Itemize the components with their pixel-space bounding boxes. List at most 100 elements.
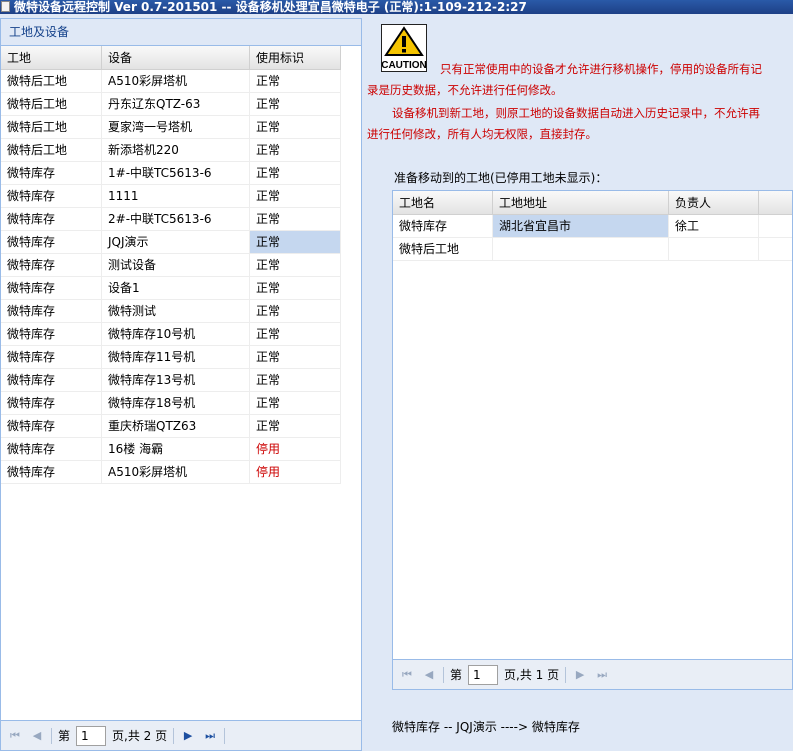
cell-site: 微特库存 — [1, 392, 102, 414]
cell-status: 正常 — [250, 392, 341, 414]
table-row[interactable]: 微特库存 测试设备 正常 — [1, 254, 341, 277]
table-row[interactable]: 微特后工地 夏家湾一号塔机 正常 — [1, 116, 341, 139]
cell-status: 正常 — [250, 185, 341, 207]
cell-status: 正常 — [250, 277, 341, 299]
cell-device: A510彩屏塔机 — [102, 70, 250, 92]
cell-device: 1#-中联TC5613-6 — [102, 162, 250, 184]
panel-header: 工地及设备 — [1, 19, 361, 45]
left-pager: ⏮ ◀ 第 页,共 2 页 ▶ ⏭ — [1, 720, 361, 750]
cell-status: 正常 — [250, 139, 341, 161]
cell-site: 微特库存 — [1, 369, 102, 391]
window-title: 微特设备远程控制 Ver 0.7-201501 -- 设备移机处理宜昌微特电子 … — [14, 0, 527, 14]
table-row[interactable]: 微特库存 重庆桥瑞QTZ63 正常 — [1, 415, 341, 438]
next-page-icon[interactable]: ▶ — [180, 728, 196, 744]
cell-device: 微特库存11号机 — [102, 346, 250, 368]
cell-device: 新添塔机220 — [102, 139, 250, 161]
cell-manager — [669, 238, 759, 260]
cell-device: JQJ演示 — [102, 231, 250, 253]
column-header-site-name[interactable]: 工地名 — [393, 191, 493, 214]
column-header-device[interactable]: 设备 — [102, 46, 250, 69]
move-summary: 微特库存 -- JQJ演示 ----> 微特库存 — [392, 720, 580, 734]
cell-site: 微特库存 — [1, 438, 102, 460]
warning-line-1: 只有正常使用中的设备才允许进行移机操作，停用的设备所有记 — [440, 62, 762, 76]
cell-site-address: 湖北省宜昌市 — [493, 215, 669, 237]
table-row[interactable]: 微特库存 设备1 正常 — [1, 277, 341, 300]
cell-device: A510彩屏塔机 — [102, 461, 250, 483]
cell-site: 微特库存 — [1, 415, 102, 437]
cell-status: 正常 — [250, 231, 341, 253]
cell-device: 微特库存13号机 — [102, 369, 250, 391]
grid-body: 微特后工地 A510彩屏塔机 正常 微特后工地 丹东辽东QTZ-63 正常 微特后工地 夏家湾… — [1, 70, 361, 484]
cell-device: 丹东辽东QTZ-63 — [102, 93, 250, 115]
column-header-status[interactable]: 使用标识 — [250, 46, 341, 69]
table-row[interactable]: 微特库存 微特库存13号机 正常 — [1, 369, 341, 392]
cell-site: 微特库存 — [1, 254, 102, 276]
first-page-icon[interactable]: ⏮ — [399, 667, 415, 683]
cell-device: 重庆桥瑞QTZ63 — [102, 415, 250, 437]
column-header-site[interactable]: 工地 — [1, 46, 102, 69]
cell-status: 正常 — [250, 369, 341, 391]
cell-site: 微特库存 — [1, 162, 102, 184]
warning-line-3: 设备移机到新工地，则原工地的设备数据自动进入历史记录中，不允许再 — [392, 106, 760, 120]
table-row[interactable]: 微特库存 1111 正常 — [1, 185, 341, 208]
table-row[interactable]: 微特库存 微特库存11号机 正常 — [1, 346, 341, 369]
caution-label: CAUTION — [382, 60, 426, 71]
cell-site: 微特库存 — [1, 185, 102, 207]
table-row[interactable]: 微特库存 A510彩屏塔机 停用 — [1, 461, 341, 484]
cell-status: 正常 — [250, 70, 341, 92]
cell-site: 微特库存 — [1, 208, 102, 230]
first-page-icon[interactable]: ⏮ — [7, 728, 23, 744]
cell-status: 正常 — [250, 323, 341, 345]
app-icon — [1, 1, 10, 12]
window-titlebar: 微特设备远程控制 Ver 0.7-201501 -- 设备移机处理宜昌微特电子 … — [0, 0, 793, 14]
table-row[interactable]: 微特库存 微特库存10号机 正常 — [1, 323, 341, 346]
cell-status: 正常 — [250, 208, 341, 230]
prev-page-icon[interactable]: ◀ — [29, 728, 45, 744]
cell-site: 微特库存 — [1, 346, 102, 368]
cell-device: 1111 — [102, 185, 250, 207]
table-row[interactable]: 微特后工地 — [393, 238, 792, 261]
pager-separator — [173, 727, 175, 744]
table-row[interactable]: 微特库存 湖北省宜昌市 徐工 — [393, 215, 792, 238]
cell-device: 微特测试 — [102, 300, 250, 322]
cell-status: 正常 — [250, 300, 341, 322]
table-row[interactable]: 微特库存 1#-中联TC5613-6 正常 — [1, 162, 341, 185]
table-row[interactable]: 微特后工地 A510彩屏塔机 正常 — [1, 70, 341, 93]
page-number-input[interactable] — [76, 725, 107, 746]
last-page-icon[interactable]: ⏭ — [594, 667, 610, 683]
grid-header: 工地名 工地地址 负责人 — [393, 191, 792, 215]
table-row[interactable]: 微特后工地 新添塔机220 正常 — [1, 139, 341, 162]
pager-separator — [224, 727, 226, 744]
table-row[interactable]: 微特后工地 丹东辽东QTZ-63 正常 — [1, 93, 341, 116]
last-page-icon[interactable]: ⏭ — [202, 728, 218, 744]
pager-separator — [443, 666, 444, 683]
cell-site: 微特库存 — [1, 277, 102, 299]
cell-device: 16楼 海霸 — [102, 438, 250, 460]
page-label: 第 — [58, 729, 71, 743]
warning-line-2: 录是历史数据，不允许进行任何修改。 — [367, 83, 563, 97]
cell-device: 微特库存10号机 — [102, 323, 250, 345]
page-total-label: 页,共 1 页 — [504, 668, 560, 682]
table-row[interactable]: 微特库存 微特库存18号机 正常 — [1, 392, 341, 415]
site-equipment-panel: 工地及设备 工地 设备 使用标识 微特后工地 A510彩屏塔机 正常 微特后工地 丹东辽… — [0, 18, 362, 751]
table-row[interactable]: 微特库存 2#-中联TC5613-6 正常 — [1, 208, 341, 231]
table-row[interactable]: 微特库存 16楼 海霸 停用 — [1, 438, 341, 461]
table-row[interactable]: 微特库存 JQJ演示 正常 — [1, 231, 341, 254]
cell-status: 正常 — [250, 162, 341, 184]
prev-page-icon[interactable]: ◀ — [421, 667, 437, 683]
cell-site: 微特后工地 — [1, 93, 102, 115]
column-header-manager[interactable]: 负责人 — [669, 191, 759, 214]
cell-site-name: 微特库存 — [393, 215, 493, 237]
cell-status: 正常 — [250, 93, 341, 115]
cell-site: 微特库存 — [1, 231, 102, 253]
page-number-input[interactable] — [468, 664, 499, 685]
cell-status: 正常 — [250, 415, 341, 437]
next-page-icon[interactable]: ▶ — [572, 667, 588, 683]
cell-device: 夏家湾一号塔机 — [102, 116, 250, 138]
cell-site: 微特后工地 — [1, 116, 102, 138]
target-site-label: 准备移动到的工地(已停用工地未显示)： — [394, 171, 608, 185]
cell-site-address — [493, 238, 669, 260]
table-row[interactable]: 微特库存 微特测试 正常 — [1, 300, 341, 323]
page-label: 第 — [450, 668, 463, 682]
column-header-site-address[interactable]: 工地地址 — [493, 191, 669, 214]
